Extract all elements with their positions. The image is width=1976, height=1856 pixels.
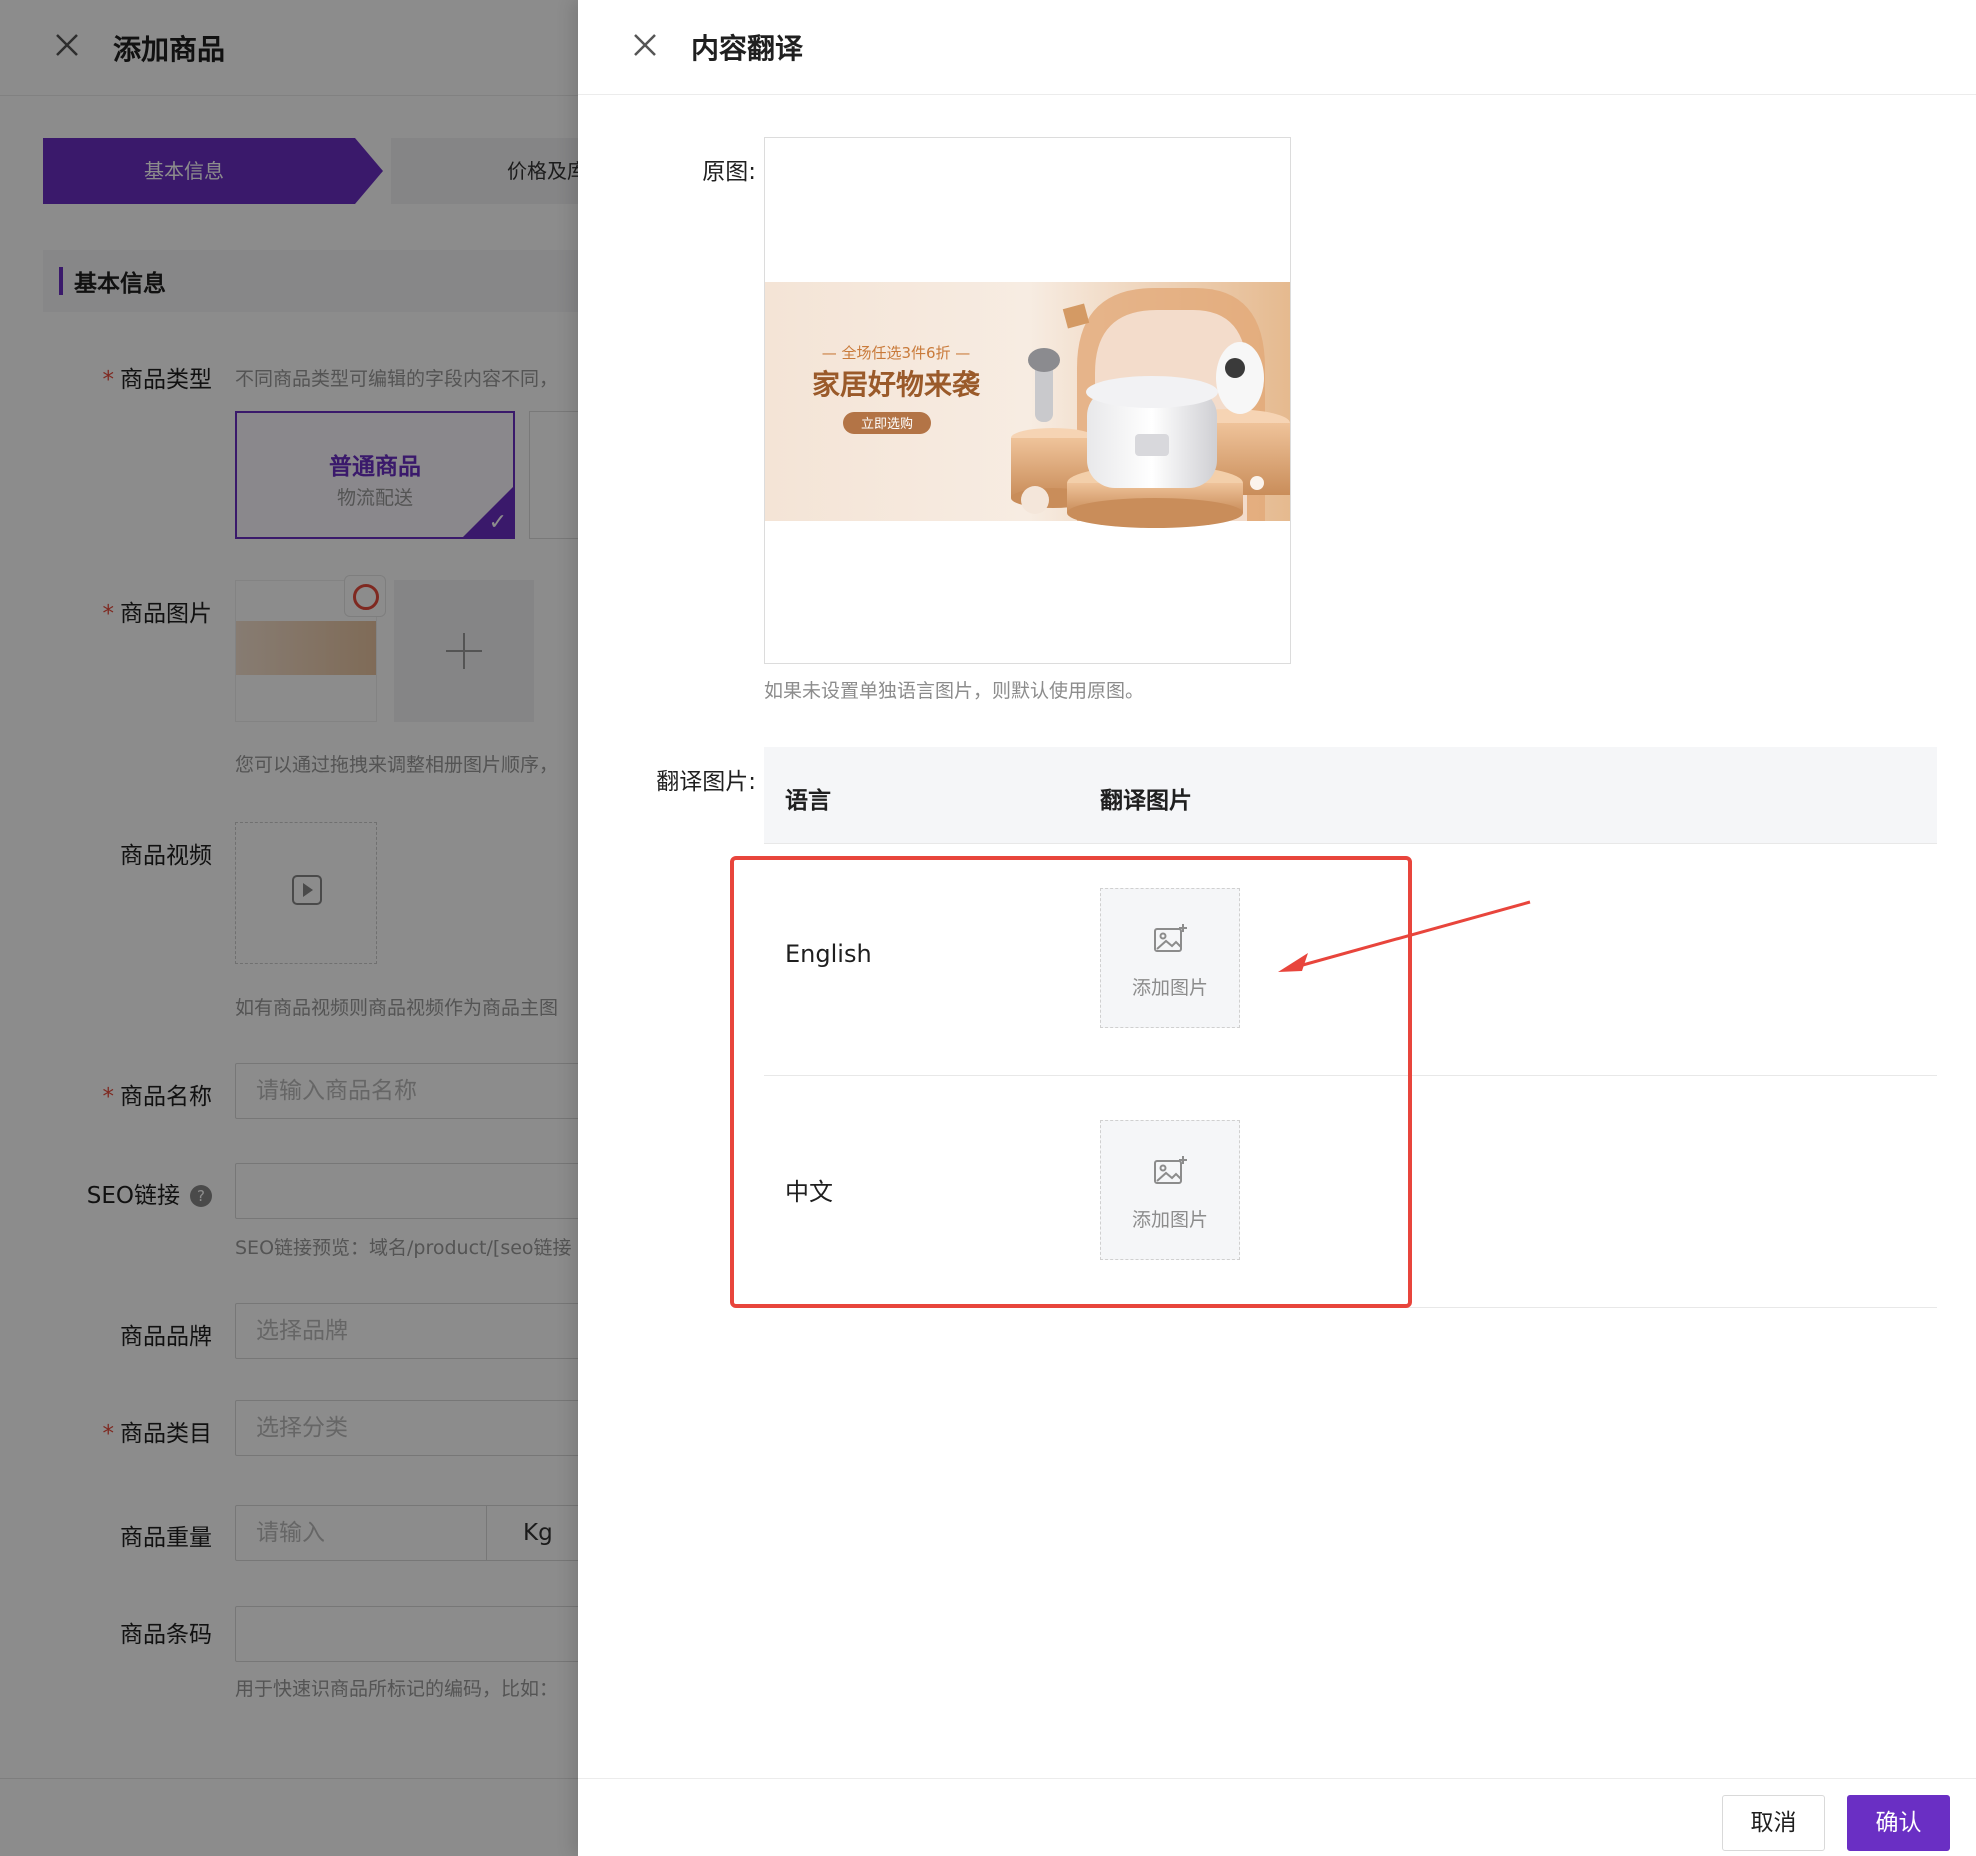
- banner-button: 立即选购: [861, 416, 913, 432]
- banner-line2: 家居好物来袭: [812, 368, 981, 401]
- drawer-footer: 取消 确认: [578, 1778, 1976, 1856]
- confirm-button[interactable]: 确认: [1847, 1795, 1950, 1851]
- annotation-arrow: [1278, 900, 1531, 972]
- drawer-header: 内容翻译: [578, 0, 1976, 95]
- table-header: 语言 翻译图片: [764, 747, 1937, 844]
- translated-images-label: 翻译图片:: [656, 769, 756, 795]
- original-image-hint: 如果未设置单独语言图片，则默认使用原图。: [764, 680, 1145, 702]
- original-image-label: 原图:: [702, 159, 756, 185]
- banner-line1: — 全场任选3件6折 —: [822, 344, 971, 362]
- banner-image: — 全场任选3件6折 — 家居好物来袭 立即选购: [765, 282, 1290, 528]
- modal-overlay[interactable]: [0, 0, 578, 1856]
- column-header-image: 翻译图片: [1100, 788, 1192, 814]
- drawer-title: 内容翻译: [691, 32, 804, 65]
- cancel-button[interactable]: 取消: [1722, 1795, 1825, 1851]
- column-header-language: 语言: [785, 788, 831, 814]
- close-icon[interactable]: [628, 28, 662, 62]
- original-image: — 全场任选3件6折 — 家居好物来袭 立即选购: [764, 137, 1291, 664]
- translation-drawer: 内容翻译 原图: — 全场任选3件6折 — 家居好物来袭 立即选购 如果未设置单…: [578, 0, 1976, 1856]
